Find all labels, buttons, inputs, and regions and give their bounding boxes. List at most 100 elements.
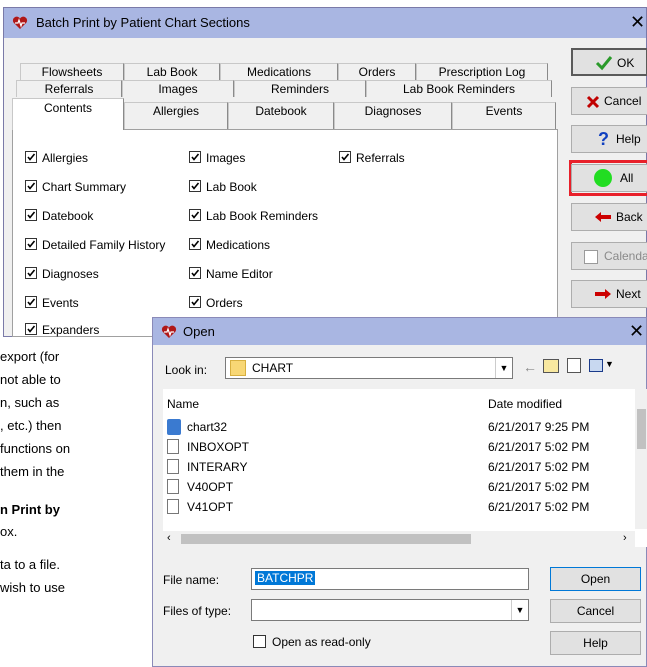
open-as-read-only-checkbox[interactable]: Open as read-only: [253, 634, 371, 650]
file-row[interactable]: INTERARY 6/21/2017 5:02 PM: [163, 457, 638, 477]
all-button[interactable]: All: [571, 164, 647, 192]
checkbox-empty-icon: [584, 250, 598, 264]
doc-text-line: , etc.) then: [0, 418, 62, 433]
tab-contents[interactable]: Contents: [12, 98, 124, 130]
tab-reminders[interactable]: Reminders: [234, 80, 366, 97]
tab-referrals[interactable]: Referrals: [16, 80, 122, 97]
file-icon: [167, 439, 179, 454]
file-row[interactable]: V41OPT 6/21/2017 5:02 PM: [163, 497, 638, 517]
file-icon: [167, 479, 179, 494]
checkbox-name-editor[interactable]: Name Editor: [189, 266, 273, 282]
help-button[interactable]: ? Help: [571, 125, 647, 153]
view-menu-icon[interactable]: [589, 359, 603, 372]
doc-text-line: functions on: [0, 441, 71, 456]
next-button[interactable]: Next: [571, 280, 647, 308]
open-button[interactable]: Open: [550, 567, 641, 591]
up-folder-icon[interactable]: [543, 359, 559, 373]
title-bar[interactable]: Open ✕: [153, 318, 646, 345]
doc-text-line: ox.: [0, 524, 18, 539]
checkbox-lab-book[interactable]: Lab Book: [189, 179, 257, 195]
tab-orders[interactable]: Orders: [338, 63, 416, 80]
checkbox-checked-icon: [25, 151, 37, 163]
open-dialog: Open ✕ Look in: CHART ▼ ← ▼ Name Date mo…: [152, 317, 647, 667]
arrow-left-icon: [595, 212, 611, 222]
contents-panel: Allergies Chart Summary Datebook Detaile…: [12, 129, 558, 337]
back-arrow-icon[interactable]: ←: [523, 359, 537, 375]
file-list[interactable]: Name Date modified chart32 6/21/2017 9:2…: [163, 389, 647, 547]
chevron-down-icon[interactable]: ▼: [605, 359, 614, 369]
cancel-button[interactable]: Cancel: [550, 599, 641, 623]
file-row[interactable]: chart32 6/21/2017 9:25 PM: [163, 417, 638, 437]
column-header-name[interactable]: Name: [167, 397, 199, 411]
horizontal-scrollbar[interactable]: ‹ ›: [163, 531, 635, 547]
checkbox-checked-icon: [25, 180, 37, 192]
question-icon: ?: [598, 129, 609, 149]
close-icon[interactable]: ✕: [629, 321, 644, 342]
dialog-title: Open: [183, 324, 215, 339]
checkbox-chart-summary[interactable]: Chart Summary: [25, 179, 126, 195]
tab-flowsheets[interactable]: Flowsheets: [20, 63, 124, 80]
look-in-select[interactable]: CHART ▼: [225, 357, 513, 379]
checkbox-diagnoses[interactable]: Diagnoses: [25, 266, 99, 282]
checkbox-checked-icon: [25, 209, 37, 221]
tab-medications[interactable]: Medications: [220, 63, 338, 80]
chevron-right-icon[interactable]: ›: [623, 532, 627, 544]
checkbox-medications[interactable]: Medications: [189, 237, 270, 253]
checkbox-checked-icon: [189, 267, 201, 279]
scrollbar-thumb[interactable]: [181, 534, 471, 544]
checkbox-checked-icon: [189, 209, 201, 221]
checkbox-images[interactable]: Images: [189, 150, 245, 166]
checkbox-checked-icon: [25, 296, 37, 308]
tab-allergies[interactable]: Allergies: [124, 102, 228, 130]
checkbox-detailed-family-history[interactable]: Detailed Family History: [25, 237, 165, 253]
checkbox-checked-icon: [189, 180, 201, 192]
checkbox-checked-icon: [25, 323, 37, 335]
files-of-type-label: Files of type:: [163, 604, 232, 618]
file-icon: [167, 459, 179, 474]
back-button[interactable]: Back: [571, 203, 647, 231]
doc-text-line: them in the: [0, 464, 65, 479]
chevron-down-icon[interactable]: ▼: [495, 358, 512, 378]
new-folder-icon[interactable]: [567, 358, 581, 373]
checkbox-checked-icon: [25, 267, 37, 279]
checkbox-datebook[interactable]: Datebook: [25, 208, 93, 224]
cancel-button[interactable]: Cancel: [571, 87, 647, 115]
tab-events[interactable]: Events: [452, 102, 556, 130]
checkbox-referrals[interactable]: Referrals: [339, 150, 405, 166]
tab-prescription-log[interactable]: Prescription Log: [416, 63, 548, 80]
vertical-scrollbar[interactable]: [635, 389, 647, 529]
tab-lab-book[interactable]: Lab Book: [124, 63, 220, 80]
tab-diagnoses[interactable]: Diagnoses: [334, 102, 452, 130]
calendar-button[interactable]: Calenda: [571, 242, 647, 270]
file-row[interactable]: INBOXOPT 6/21/2017 5:02 PM: [163, 437, 638, 457]
doc-text-line: not able to: [0, 372, 61, 387]
file-name-input[interactable]: BATCHPR: [251, 568, 529, 590]
file-icon: [167, 499, 179, 514]
close-icon[interactable]: ✕: [630, 12, 645, 33]
heart-app-icon: [161, 325, 177, 338]
scrollbar-thumb[interactable]: [637, 409, 646, 449]
doc-text-line: export (for: [0, 349, 60, 364]
chevron-down-icon[interactable]: ▼: [511, 600, 528, 620]
files-of-type-select[interactable]: ▼: [251, 599, 529, 621]
chevron-left-icon[interactable]: ‹: [167, 532, 171, 544]
checkbox-expanders[interactable]: Expanders: [25, 322, 99, 338]
checkbox-lab-book-reminders[interactable]: Lab Book Reminders: [189, 208, 318, 224]
title-bar[interactable]: Batch Print by Patient Chart Sections ✕: [4, 8, 646, 38]
file-name-label: File name:: [163, 573, 220, 587]
tab-lab-book-reminders[interactable]: Lab Book Reminders: [366, 80, 552, 97]
tab-images[interactable]: Images: [122, 80, 234, 97]
file-row[interactable]: V40OPT 6/21/2017 5:02 PM: [163, 477, 638, 497]
checkbox-allergies[interactable]: Allergies: [25, 150, 88, 166]
help-button[interactable]: Help: [550, 631, 641, 655]
doc-text-line: n Print by: [0, 502, 60, 517]
checkbox-orders[interactable]: Orders: [189, 295, 243, 311]
arrow-right-icon: [595, 289, 611, 299]
checkbox-checked-icon: [339, 151, 351, 163]
green-dot-icon: [594, 169, 612, 187]
tab-datebook[interactable]: Datebook: [228, 102, 334, 130]
heart-app-icon: [12, 16, 28, 29]
ok-button[interactable]: OK: [571, 48, 647, 76]
column-header-date[interactable]: Date modified: [488, 397, 562, 411]
checkbox-events[interactable]: Events: [25, 295, 79, 311]
